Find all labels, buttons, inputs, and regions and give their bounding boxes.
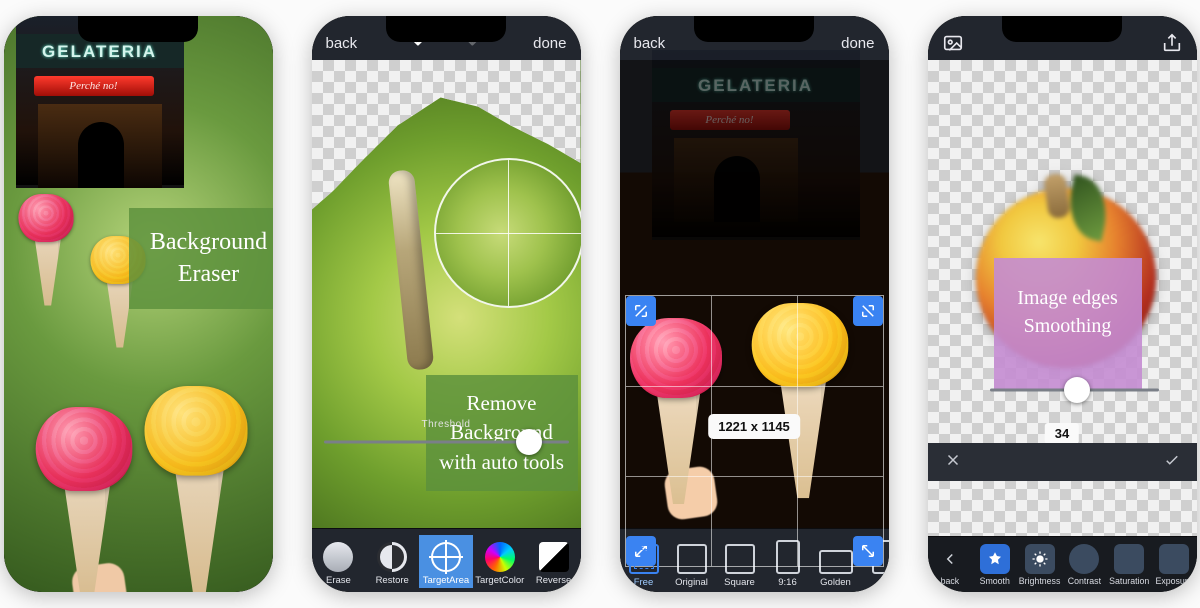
gelato-mango-large — [128, 386, 262, 592]
tool-restore[interactable]: Restore — [365, 535, 419, 588]
edit-exposure[interactable]: Exposure — [1152, 544, 1197, 586]
tool-restore-label: Restore — [376, 575, 409, 586]
tool-target-area[interactable]: TargetArea — [419, 535, 473, 588]
notch — [694, 16, 814, 42]
store-sign-text: GELATERIA — [42, 43, 157, 60]
target-color-icon — [485, 542, 515, 572]
erase-icon — [323, 542, 353, 572]
tool-erase[interactable]: Erase — [312, 535, 366, 588]
edit-saturation[interactable]: Saturation — [1107, 544, 1152, 586]
promo-label: Image edges Smoothing — [994, 258, 1142, 390]
ratio-golden-label: Golden — [820, 577, 851, 588]
crop-dimensions: 1221 x 1145 — [708, 414, 800, 439]
composited-preview: GELATERIA Perché no! Background Eraser — [4, 16, 273, 592]
notch — [78, 16, 198, 42]
edit-brightness-label: Brightness — [1019, 576, 1061, 586]
screenshot-4: Image edges Smoothing 34 back — [928, 16, 1197, 592]
exposure-icon — [1159, 544, 1189, 574]
edit-exposure-label: Exposure — [1155, 576, 1192, 586]
saturation-icon — [1114, 544, 1144, 574]
ratio-4-6-label: 4:6 — [877, 577, 889, 588]
tool-target-area-label: TargetArea — [423, 575, 469, 586]
ratio-square-label: Square — [724, 577, 755, 588]
crop-handle-tr[interactable] — [853, 296, 883, 326]
tool-reverse[interactable]: Reverse — [527, 535, 581, 588]
smooth-icon — [980, 544, 1010, 574]
target-area-icon — [431, 542, 461, 572]
tool-strip: Erase Restore TargetArea TargetColor Rev… — [312, 528, 581, 592]
crop-box[interactable]: 1221 x 1145 — [626, 296, 883, 566]
smooth-value: 34 — [1045, 423, 1079, 444]
ratio-free-label: Free — [634, 577, 654, 588]
neon-sign: Perché no! — [34, 76, 154, 96]
screenshot-1: GELATERIA Perché no! Background Eraser — [4, 16, 273, 592]
slider-thumb[interactable] — [516, 429, 542, 455]
ratio-original-label: Original — [675, 577, 708, 588]
adjust-row — [928, 443, 1197, 481]
edit-back-label: back — [941, 576, 960, 586]
gelato-pink-small — [10, 194, 82, 314]
gelato-pink-large — [21, 407, 147, 592]
crop-handle-br[interactable] — [853, 536, 883, 566]
back-button[interactable]: back — [634, 35, 666, 52]
screenshot-3: back done GELATERIA Perché no! — [620, 16, 889, 592]
cancel-icon[interactable] — [944, 451, 962, 474]
done-button[interactable]: done — [533, 35, 566, 52]
reverse-icon — [539, 542, 569, 572]
restore-icon — [377, 542, 407, 572]
edit-strip: back Smooth Brightness Contrast Saturati… — [928, 536, 1197, 592]
edit-saturation-label: Saturation — [1109, 576, 1149, 586]
tool-reverse-label: Reverse — [536, 575, 571, 586]
contrast-icon — [1069, 544, 1099, 574]
tool-erase-label: Erase — [326, 575, 351, 586]
screenshot-2: back ↶ ↷ done Remove Background with aut… — [312, 16, 581, 592]
edit-brightness[interactable]: Brightness — [1017, 544, 1062, 586]
ratio-9-16-label: 9:16 — [778, 577, 797, 588]
edit-contrast[interactable]: Contrast — [1062, 544, 1107, 586]
tool-target-color-label: TargetColor — [475, 575, 524, 586]
notch — [386, 16, 506, 42]
crop-canvas[interactable]: GELATERIA Perché no! — [620, 60, 889, 528]
edit-contrast-label: Contrast — [1068, 576, 1101, 586]
target-crosshair[interactable] — [434, 158, 581, 308]
gallery-icon[interactable] — [942, 32, 964, 54]
tool-target-color[interactable]: TargetColor — [473, 535, 527, 588]
edit-smooth[interactable]: Smooth — [972, 544, 1017, 586]
editor-canvas[interactable]: Image edges Smoothing 34 — [928, 60, 1197, 536]
smooth-slider[interactable] — [990, 380, 1159, 400]
share-icon[interactable] — [1161, 32, 1183, 54]
threshold-slider[interactable] — [324, 428, 569, 456]
notch — [1002, 16, 1122, 42]
apple-stem — [387, 169, 434, 371]
done-button[interactable]: done — [841, 35, 874, 52]
editor-canvas[interactable]: Remove Background with auto tools Thresh… — [312, 60, 581, 528]
brightness-icon — [1025, 544, 1055, 574]
edit-smooth-label: Smooth — [980, 576, 1010, 586]
promo-label: Background Eraser — [129, 208, 273, 309]
crop-handle-tl[interactable] — [626, 296, 656, 326]
confirm-icon[interactable] — [1163, 451, 1181, 474]
back-button[interactable]: back — [326, 35, 358, 52]
edit-back[interactable]: back — [928, 544, 973, 586]
slider-thumb[interactable] — [1064, 377, 1090, 403]
person-silhouette — [78, 122, 124, 188]
